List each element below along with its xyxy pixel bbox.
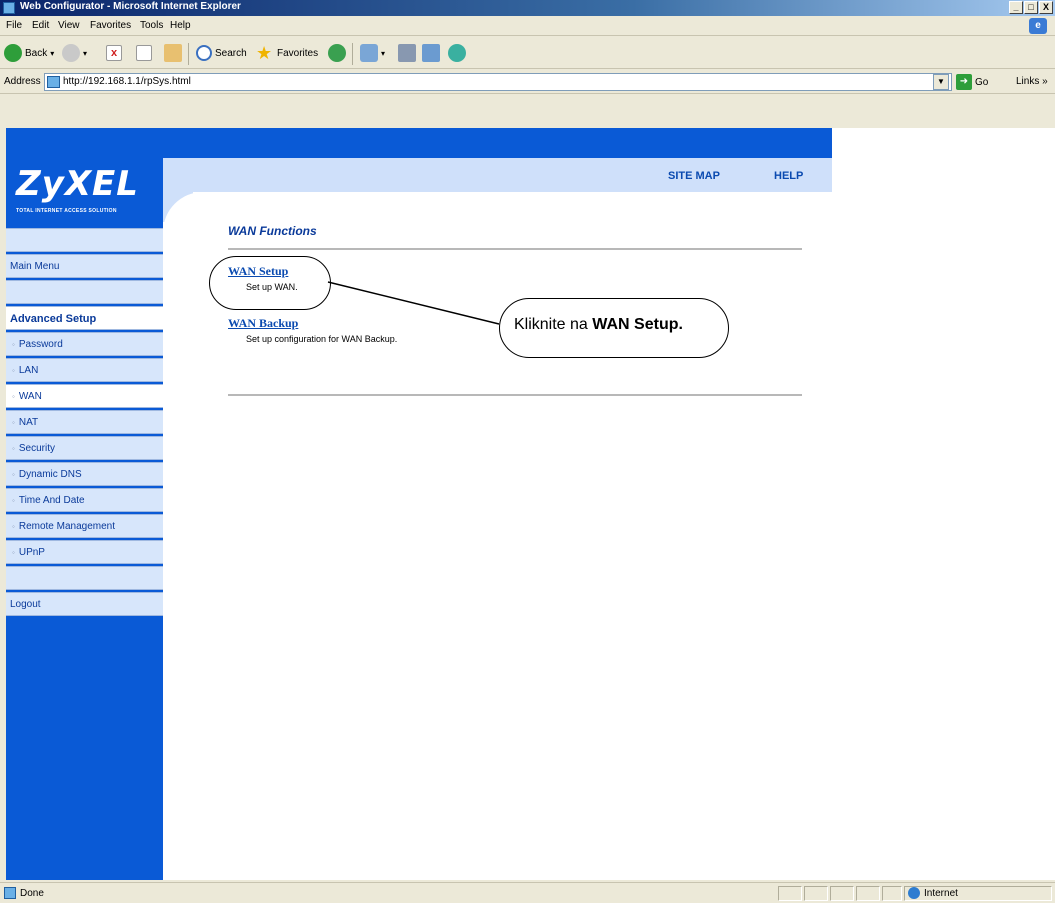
stop-button[interactable]: x [106, 43, 125, 63]
sidebar-item-dynamic-dns[interactable]: Dynamic DNS [6, 462, 163, 486]
minimize-button[interactable]: _ [1009, 1, 1023, 14]
search-button[interactable]: Search [196, 43, 247, 63]
address-input[interactable]: http://192.168.1.1/rpSys.html [44, 73, 952, 91]
page-icon [47, 76, 60, 88]
messenger-icon [448, 44, 466, 62]
window-controls: _ □ X [1009, 1, 1053, 14]
back-label: Back [25, 47, 48, 59]
status-text: Done [20, 887, 44, 899]
page-status-icon [4, 887, 16, 899]
toolbar-separator [352, 43, 353, 65]
star-icon: ★ [256, 43, 273, 63]
sidebar-item-security[interactable]: Security [6, 436, 163, 460]
forward-arrow-icon [62, 44, 80, 62]
menu-file[interactable]: File [6, 20, 22, 31]
address-url: http://192.168.1.1/rpSys.html [63, 76, 191, 87]
status-pane [830, 886, 854, 901]
favorites-button[interactable]: ★ Favorites [256, 43, 318, 63]
home-icon [164, 44, 182, 62]
stop-icon: x [106, 45, 122, 61]
status-bar: Done Internet [0, 882, 1055, 903]
toolbar: Back ▾ ▾ x Search ★ Favorites ▾ [0, 37, 1055, 69]
callout-bubble: Kliknite na WAN Setup. [499, 298, 729, 358]
go-button[interactable]: ➜ Go [956, 74, 988, 90]
status-pane [804, 886, 828, 901]
ie-page-icon [3, 2, 15, 14]
mail-dropdown-icon: ▾ [381, 48, 386, 58]
history-button[interactable] [328, 43, 349, 63]
search-label: Search [215, 47, 247, 59]
page-content: ZyXEL TOTAL INTERNET ACCESS SOLUTION SIT… [6, 128, 1055, 880]
print-icon [398, 44, 416, 62]
window-title: Web Configurator - Microsoft Internet Ex… [20, 1, 241, 12]
maximize-button[interactable]: □ [1024, 1, 1038, 14]
security-zone: Internet [908, 887, 958, 899]
back-button[interactable]: Back ▾ [4, 43, 54, 63]
site-map-link[interactable]: SITE MAP [668, 170, 720, 182]
divider [228, 394, 802, 396]
browser-window: Web Configurator - Microsoft Internet Ex… [0, 0, 1055, 903]
menu-help[interactable]: Help [170, 20, 191, 31]
address-bar: Address http://192.168.1.1/rpSys.html ▼ … [0, 70, 1055, 94]
sidebar-item-nat[interactable]: NAT [6, 410, 163, 434]
highlight-oval [209, 256, 331, 310]
callout-leader-line [327, 281, 500, 325]
menu-bar: File Edit View Favorites Tools Help e [0, 16, 1055, 36]
mail-icon [360, 44, 378, 62]
address-dropdown-button[interactable]: ▼ [933, 74, 949, 90]
edit-button[interactable] [422, 43, 443, 63]
forward-dropdown-icon: ▾ [83, 48, 88, 58]
toolbar-separator [188, 43, 189, 65]
favorites-label: Favorites [277, 47, 319, 59]
status-text-area: Done [4, 887, 44, 899]
menu-tools[interactable]: Tools [140, 20, 163, 31]
edit-icon [422, 44, 440, 62]
search-icon [196, 45, 212, 61]
sidebar-item-logout[interactable]: Logout [6, 592, 163, 616]
history-icon [328, 44, 346, 62]
refresh-icon [136, 45, 152, 61]
go-label: Go [975, 76, 989, 88]
sidebar-item-time-and-date[interactable]: Time And Date [6, 488, 163, 512]
status-pane [882, 886, 902, 901]
print-button[interactable] [398, 43, 419, 63]
status-pane [778, 886, 802, 901]
sidebar-item-lan[interactable]: LAN [6, 358, 163, 382]
menu-view[interactable]: View [58, 20, 80, 31]
menu-edit[interactable]: Edit [32, 20, 49, 31]
back-dropdown-icon: ▾ [50, 48, 55, 58]
nav-spacer [6, 566, 163, 590]
menu-favorites[interactable]: Favorites [90, 20, 131, 31]
close-button[interactable]: X [1039, 1, 1053, 14]
messenger-button[interactable] [448, 43, 469, 63]
status-pane [856, 886, 880, 901]
links-button[interactable]: Links » [1016, 76, 1048, 87]
windows-flag-icon: e [1029, 18, 1047, 34]
forward-button[interactable]: ▾ [62, 43, 87, 63]
go-arrow-icon: ➜ [956, 74, 972, 90]
mail-button[interactable]: ▾ [360, 43, 385, 63]
sidebar-item-upnp[interactable]: UPnP [6, 540, 163, 564]
callout-bold-text: WAN Setup. [592, 316, 683, 333]
refresh-button[interactable] [136, 43, 155, 63]
back-arrow-icon [4, 44, 22, 62]
zone-label: Internet [924, 887, 958, 899]
sidebar-item-wan[interactable]: WAN [6, 384, 163, 408]
callout-text: Kliknite na [514, 316, 593, 333]
home-button[interactable] [164, 43, 185, 63]
sidebar-item-remote-management[interactable]: Remote Management [6, 514, 163, 538]
address-label: Address [4, 76, 41, 87]
title-bar: Web Configurator - Microsoft Internet Ex… [0, 0, 1055, 16]
help-link[interactable]: HELP [774, 170, 803, 182]
globe-icon [908, 887, 920, 899]
